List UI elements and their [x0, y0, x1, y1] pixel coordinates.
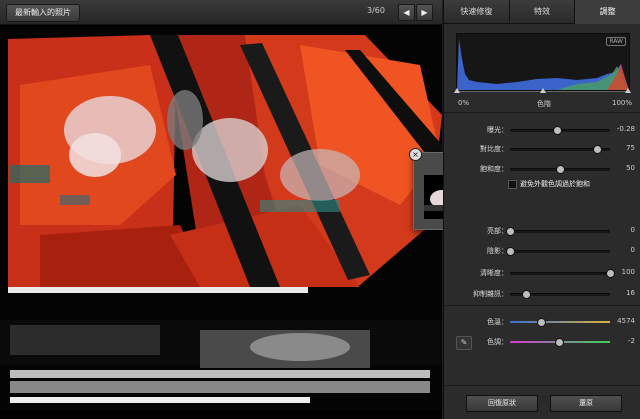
levels-label: 色階	[537, 100, 551, 108]
levels-black-handle[interactable]	[454, 88, 460, 93]
toolbar: 最新輸入的照片 3/60 ◀ ▶	[0, 0, 442, 25]
temperature-value: 4574	[617, 317, 635, 325]
tint-slider-handle[interactable]	[555, 338, 564, 347]
tint-label: 色調：	[487, 338, 508, 346]
exposure-value: -0.28	[616, 125, 635, 133]
highlights-slider-track[interactable]	[510, 230, 610, 233]
temperature-label: 色溫：	[487, 318, 508, 326]
next-photo-button[interactable]: ▶	[416, 4, 433, 21]
tab-adjust[interactable]: 調整	[575, 0, 640, 24]
shadows-value: 0	[630, 246, 635, 254]
temperature-slider-handle[interactable]	[537, 318, 546, 327]
panel-tabs: 快速修復 特效 調整	[444, 0, 640, 24]
arrow-left-icon: ◀	[403, 8, 410, 17]
contrast-value: 75	[626, 144, 635, 152]
undo-button[interactable]: 還原	[550, 395, 622, 412]
exposure-slider-handle[interactable]	[553, 126, 562, 135]
shadows-slider-track[interactable]	[510, 250, 610, 253]
exposure-label: 曝光：	[487, 126, 508, 134]
levels-max-label: 100%	[612, 99, 633, 107]
tab-effects[interactable]: 特效	[509, 0, 576, 24]
highlights-slider-handle[interactable]	[506, 227, 515, 236]
histogram-graph	[457, 39, 629, 90]
noise-reduction-value: 16	[626, 289, 635, 297]
tint-value: -2	[628, 337, 635, 345]
levels-min-label: 0%	[458, 99, 470, 107]
clarity-value: 100	[621, 268, 635, 276]
levels-white-handle[interactable]	[625, 88, 631, 93]
temperature-track[interactable]	[510, 321, 610, 323]
clarity-slider-track[interactable]	[510, 272, 610, 275]
adjust-panel: 快速修復 特效 調整 RAW 0% 色階 100% 曝光： -0.28 對比度： 75…	[443, 0, 640, 419]
previous-photo-button[interactable]: ◀	[398, 4, 415, 21]
saturation-value: 50	[626, 164, 635, 172]
photo-image	[0, 25, 442, 419]
photo-counter: 3/60	[367, 6, 385, 15]
histogram: RAW	[456, 33, 630, 91]
highlights-label: 亮部：	[487, 227, 508, 235]
noise-reduction-label: 抑制雜訊：	[473, 290, 508, 298]
contrast-label: 對比度：	[480, 145, 508, 153]
photo-canvas[interactable]	[0, 25, 442, 419]
divider	[444, 112, 640, 113]
avoid-oversaturation-label: 避免外觀色調過於飽和	[520, 180, 590, 188]
back-to-recent-button[interactable]: 最新輸入的照片	[6, 4, 80, 22]
saturation-label: 飽和度：	[480, 165, 508, 173]
raw-badge: RAW	[606, 37, 626, 46]
avoid-oversaturation-checkbox[interactable]	[508, 180, 517, 189]
divider	[444, 385, 640, 386]
highlights-value: 0	[630, 226, 635, 234]
shadows-slider-handle[interactable]	[506, 247, 515, 256]
arrow-right-icon: ▶	[421, 8, 428, 17]
contrast-slider-handle[interactable]	[593, 145, 602, 154]
divider	[444, 305, 640, 306]
shadows-label: 陰影：	[487, 247, 508, 255]
levels-mid-handle[interactable]	[540, 88, 546, 93]
noise-reduction-slider-handle[interactable]	[522, 290, 531, 299]
tab-quick-fix[interactable]: 快速修復	[444, 0, 510, 24]
clarity-label: 清晰度：	[480, 269, 508, 277]
revert-to-original-button[interactable]: 回復原狀	[466, 395, 538, 412]
saturation-slider-handle[interactable]	[556, 165, 565, 174]
